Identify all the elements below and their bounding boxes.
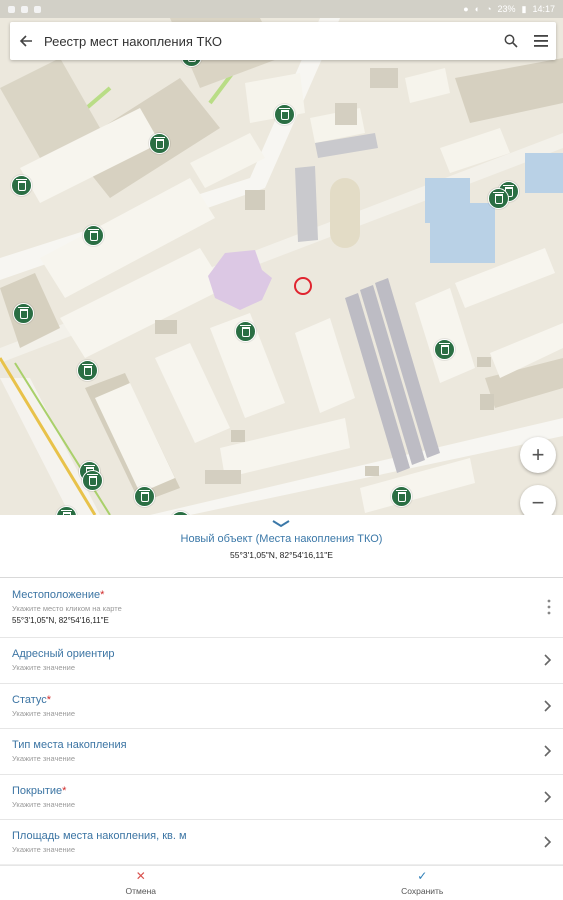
save-label: Сохранить xyxy=(401,885,444,896)
object-coordinates: 55°3'1,05"N, 82°54'16,11"E xyxy=(230,550,333,560)
notification-icon xyxy=(34,5,41,13)
status-bar: ● ◐ ◔ 23% ▮ 14:17 xyxy=(0,0,563,18)
selected-location-marker[interactable] xyxy=(294,277,312,295)
chevron-right-icon xyxy=(544,654,552,666)
cancel-button[interactable]: ✕ Отмена xyxy=(0,865,282,900)
field-label: Тип места накопления xyxy=(12,739,127,751)
notification-icon xyxy=(21,5,28,13)
page-title: Реестр мест накопления ТКО xyxy=(44,33,222,49)
save-button[interactable]: ✓ Сохранить xyxy=(282,865,563,900)
location-icon: ● xyxy=(463,4,469,14)
trash-bin-icon xyxy=(153,136,165,149)
mute-icon: ◐ xyxy=(474,4,481,14)
field-hint: Укажите значение xyxy=(12,754,76,763)
trash-bin-icon xyxy=(87,228,99,241)
bin-marker[interactable] xyxy=(82,470,103,491)
bin-marker[interactable] xyxy=(391,486,412,507)
field-status[interactable]: Статус* Укажите значение xyxy=(0,684,563,729)
trash-bin-icon xyxy=(86,473,98,486)
map-view[interactable]: + − xyxy=(0,18,563,515)
arrow-left-icon xyxy=(19,35,32,47)
field-label: Статус* xyxy=(12,693,52,706)
field-hint: Укажите значение xyxy=(12,845,76,854)
trash-bin-icon xyxy=(138,489,150,502)
field-surface[interactable]: Покрытие* Укажите значение xyxy=(0,775,563,820)
trash-bin-icon xyxy=(17,306,29,319)
field-label: Адресный ориентир xyxy=(12,648,115,660)
plus-icon: + xyxy=(531,442,545,467)
trash-bin-icon xyxy=(395,489,407,502)
trash-bin-icon xyxy=(81,363,93,376)
bin-marker[interactable] xyxy=(134,486,155,507)
field-address-landmark[interactable]: Адресный ориентир Укажите значение xyxy=(0,638,563,684)
wifi-icon: ◔ xyxy=(486,4,492,14)
zoom-out-button[interactable]: − xyxy=(520,485,556,515)
menu-button[interactable] xyxy=(526,22,556,60)
close-icon: ✕ xyxy=(135,868,146,883)
bin-marker[interactable] xyxy=(149,133,170,154)
bin-marker[interactable] xyxy=(235,321,256,342)
chevron-right-icon xyxy=(544,700,552,712)
back-button[interactable] xyxy=(10,22,42,60)
zoom-in-button[interactable]: + xyxy=(520,437,556,473)
bin-marker[interactable] xyxy=(434,339,455,360)
bin-marker[interactable] xyxy=(274,104,295,125)
field-site-type[interactable]: Тип места накопления Укажите значение xyxy=(0,729,563,775)
trash-bin-icon xyxy=(15,178,27,191)
bin-marker[interactable] xyxy=(488,188,509,209)
search-button[interactable] xyxy=(496,22,526,60)
field-label: Местоположение* xyxy=(12,589,105,601)
more-vertical-icon[interactable] xyxy=(547,599,551,615)
bin-marker[interactable] xyxy=(11,175,32,196)
field-hint: Укажите значение xyxy=(12,708,76,718)
chevron-down-icon[interactable] xyxy=(271,517,291,529)
search-icon xyxy=(504,34,518,48)
action-bar: ✕ Отмена ✓ Сохранить xyxy=(0,864,563,900)
chevron-right-icon xyxy=(544,791,552,803)
field-location[interactable]: Местоположение* Укажите место кликом на … xyxy=(0,578,563,638)
object-sheet: Новый объект (Места накопления ТКО) 55°3… xyxy=(0,515,563,900)
field-label: Площадь места накопления, кв. м xyxy=(12,830,187,842)
field-hint: Укажите значение xyxy=(12,799,76,809)
title-bar: Реестр мест накопления ТКО xyxy=(10,22,556,60)
trash-bin-icon xyxy=(278,107,290,120)
check-icon: ✓ xyxy=(417,868,428,883)
field-area[interactable]: Площадь места накопления, кв. м Укажите … xyxy=(0,820,563,866)
field-hint: Укажите значение xyxy=(12,663,76,672)
battery-icon: ▮ xyxy=(521,3,527,14)
bin-marker[interactable] xyxy=(83,225,104,246)
hamburger-menu-icon xyxy=(534,35,548,47)
cancel-label: Отмена xyxy=(125,885,157,896)
chevron-right-icon xyxy=(544,745,552,757)
battery-level: 23% xyxy=(497,4,516,14)
minus-icon: − xyxy=(531,490,545,515)
trash-bin-icon xyxy=(438,342,450,355)
clock: 14:17 xyxy=(532,4,555,14)
bin-marker[interactable] xyxy=(77,360,98,381)
notification-icon xyxy=(8,5,15,13)
bin-marker[interactable] xyxy=(13,303,34,324)
trash-bin-icon xyxy=(239,324,251,337)
sheet-header[interactable]: Новый объект (Места накопления ТКО) 55°3… xyxy=(0,515,563,578)
chevron-right-icon xyxy=(544,836,552,848)
trash-bin-icon xyxy=(492,191,504,204)
field-hint: Укажите место кликом на карте xyxy=(12,604,122,613)
field-value: 55°3'1,05"N, 82°54'16,11"E xyxy=(12,616,109,625)
field-label: Покрытие* xyxy=(12,784,67,797)
map-base xyxy=(0,18,563,515)
object-title: Новый объект (Места накопления ТКО) xyxy=(180,533,383,545)
